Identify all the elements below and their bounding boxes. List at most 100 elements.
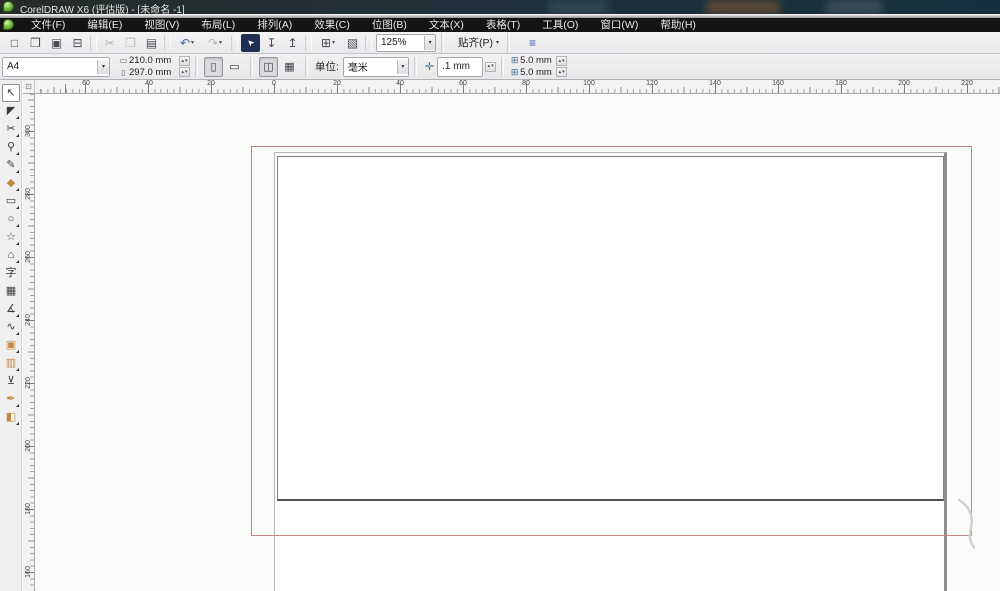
menu-item[interactable]: 帮助(H) <box>649 18 707 32</box>
ellipse-tool[interactable]: ○ <box>2 210 20 228</box>
menu-item[interactable]: 表格(T) <box>475 18 531 32</box>
ruler-label: 140 <box>709 80 721 87</box>
coreldraw-logo-icon[interactable] <box>3 1 14 12</box>
import-button[interactable]: ↧▾ <box>262 34 281 52</box>
menu-item[interactable]: 文件(F) <box>20 18 76 32</box>
text-tool[interactable]: 字 <box>2 264 20 282</box>
toolbar-button-icon: □ <box>11 37 18 49</box>
landscape-orientation-button[interactable]: ▭ <box>225 57 244 77</box>
basic-shapes-tool[interactable]: ⌂ <box>2 246 20 264</box>
menu-item[interactable]: 效果(C) <box>303 18 361 32</box>
shape-tool[interactable]: ◤ <box>2 102 20 120</box>
print-button[interactable]: ⊟▾ <box>68 34 87 52</box>
toolbar-button-icon: ▣ <box>51 37 62 49</box>
rectangle-tool[interactable]: ▭ <box>2 192 20 210</box>
portrait-orientation-button[interactable]: ▯ <box>204 57 223 77</box>
snap-to-button[interactable]: 贴齐(P) ▾ <box>455 34 502 52</box>
pick-tool[interactable]: ↖ <box>2 84 20 102</box>
red-rectangle-object[interactable] <box>251 146 972 536</box>
menu-item[interactable]: 窗口(W) <box>589 18 649 32</box>
height-stepper[interactable]: ▴▾ <box>179 67 190 77</box>
duplicate-distance-y-field[interactable]: 5.0 mm <box>520 67 554 78</box>
layout-current-page-button[interactable]: ▦ <box>280 57 299 77</box>
nudge-offset-value[interactable] <box>438 61 482 72</box>
propbar-separator <box>250 57 253 77</box>
smart-fill-tool[interactable]: ◆ <box>2 174 20 192</box>
title-bar[interactable]: CorelDRAW X6 (评估版) - [未命名 -1] <box>0 0 1000 14</box>
ruler-label: 220 <box>961 80 973 87</box>
open-button[interactable]: ❒▾ <box>26 34 45 52</box>
ruler-label: 120 <box>646 80 658 87</box>
eyedropper-tool[interactable]: ✒ <box>2 390 20 408</box>
new-document-button[interactable]: □▾ <box>5 34 24 52</box>
toolbar-separator[interactable]: ▾ <box>164 35 171 51</box>
document-app-icon[interactable] <box>3 19 14 30</box>
crop-tool[interactable]: ✂ <box>2 120 20 138</box>
duplicate-x-stepper[interactable]: ▴▾ <box>556 56 567 66</box>
menu-item[interactable]: 位图(B) <box>361 18 418 32</box>
menu-item[interactable]: 视图(V) <box>133 18 190 32</box>
menu-item[interactable]: 排列(A) <box>246 18 303 32</box>
toolbar-separator[interactable]: ▾ <box>231 35 238 51</box>
units-value[interactable] <box>344 61 397 72</box>
page-size-preset-combo[interactable]: ▾ <box>2 57 110 77</box>
duplicate-distance-x-field[interactable]: 5.0 mm <box>520 55 554 66</box>
vertical-ruler[interactable]: 300280260240220200180160 <box>23 94 35 591</box>
toolbar-separator <box>507 33 510 53</box>
export-button[interactable]: ↥▾ <box>283 34 302 52</box>
polygon-tool[interactable]: ☆ <box>2 228 20 246</box>
units-combo[interactable]: ▾ <box>343 57 409 77</box>
blend-tool[interactable]: ▣ <box>2 336 20 354</box>
undo-button[interactable]: ↶▾ <box>174 34 200 52</box>
paper-width-field[interactable]: 210.0 mm <box>129 55 177 66</box>
portrait-icon: ▯ <box>210 60 216 73</box>
toolbar-separator[interactable]: ▾ <box>365 35 372 51</box>
options-button[interactable]: ≡ <box>523 34 542 52</box>
layout-all-pages-button[interactable]: ◫ <box>259 57 278 77</box>
flyout-arrow-icon <box>16 170 19 173</box>
menu-item[interactable]: 编辑(E) <box>76 18 133 32</box>
freehand-tool[interactable]: ✎ <box>2 156 20 174</box>
chevron-down-icon[interactable]: ▾ <box>424 36 435 50</box>
menu-item[interactable]: 布局(L) <box>190 18 246 32</box>
toolbar-separator[interactable]: ▾ <box>90 35 97 51</box>
welcome-screen-button[interactable]: ▧▾ <box>343 34 362 52</box>
save-button[interactable]: ▣▾ <box>47 34 66 52</box>
table-tool[interactable]: ▦ <box>2 282 20 300</box>
nudge-stepper[interactable]: ▴▾ <box>485 62 496 72</box>
dimension-tool[interactable]: ∡ <box>2 300 20 318</box>
copy-button[interactable]: ❐▾ <box>121 34 140 52</box>
nudge-offset-field[interactable] <box>437 57 483 77</box>
paper-height-field[interactable]: 297.0 mm <box>129 67 177 78</box>
chevron-down-icon[interactable]: ▾ <box>397 60 408 74</box>
application-launcher-button[interactable]: ⊞▾ <box>315 34 341 52</box>
connector-tool[interactable]: ∿ <box>2 318 20 336</box>
page-size-preset-value[interactable] <box>3 61 97 72</box>
shadow-tool[interactable]: ▥ <box>2 354 20 372</box>
chevron-down-icon[interactable]: ▾ <box>97 60 109 74</box>
fill-tool[interactable]: ◧ <box>2 408 20 426</box>
flyout-arrow-icon <box>16 224 19 227</box>
duplicate-y-stepper[interactable]: ▴▾ <box>556 67 567 77</box>
ruler-label: 160 <box>772 80 784 87</box>
toolbar-separator[interactable]: ▾ <box>305 35 312 51</box>
search-content-button[interactable]: ➤▾ <box>241 34 260 52</box>
zoom-tool[interactable]: ⚲ <box>2 138 20 156</box>
cut-button[interactable]: ✂▾ <box>100 34 119 52</box>
flyout-arrow-icon <box>16 404 19 407</box>
redo-button[interactable]: ↷▾ <box>202 34 228 52</box>
propbar-separator <box>195 57 198 77</box>
chevron-down-icon: ▾ <box>496 39 499 46</box>
zoom-level-value[interactable] <box>377 37 424 48</box>
zoom-level-combo[interactable]: ▾ <box>376 34 436 52</box>
toolbar-button-icon: ❒ <box>30 37 41 49</box>
horizontal-ruler[interactable]: 604020020406080100120140160180200220 <box>35 80 1000 94</box>
tool-icon: ◆ <box>7 178 15 189</box>
transparency-tool[interactable]: ⊻ <box>2 372 20 390</box>
width-stepper[interactable]: ▴▾ <box>179 56 190 66</box>
drawing-canvas[interactable] <box>35 94 1000 591</box>
ruler-origin-corner[interactable]: ⊡ <box>23 80 35 94</box>
paste-button[interactable]: ▤▾ <box>142 34 161 52</box>
menu-item[interactable]: 工具(O) <box>531 18 589 32</box>
menu-item[interactable]: 文本(X) <box>418 18 475 32</box>
